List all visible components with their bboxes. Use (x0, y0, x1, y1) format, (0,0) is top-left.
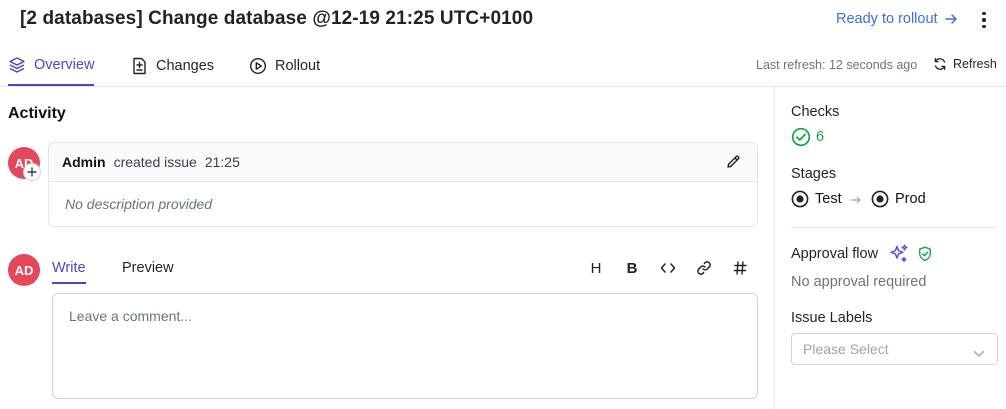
arrow-right-icon (944, 12, 958, 26)
tab-changes-label: Changes (156, 58, 215, 74)
ready-to-rollout-link[interactable]: Ready to rollout (836, 11, 958, 27)
tabs-divider (0, 86, 1006, 87)
tab-changes[interactable]: Changes (131, 46, 214, 86)
tab-rollout-label: Rollout (275, 58, 321, 74)
tab-overview[interactable]: Overview (8, 46, 94, 86)
tab-preview[interactable]: Preview (122, 260, 174, 276)
tab-rollout[interactable]: Rollout (249, 46, 320, 86)
stage-test[interactable]: Test (791, 190, 842, 208)
heading-button[interactable]: H (586, 258, 606, 278)
refresh-button[interactable]: Refresh (933, 57, 997, 71)
bold-button[interactable]: B (622, 258, 642, 278)
file-diff-icon (131, 57, 148, 75)
stage-prod[interactable]: Prod (871, 190, 926, 208)
chevron-down-icon (973, 345, 985, 361)
stage-prod-label: Prod (895, 191, 926, 207)
issue-labels-label: Issue Labels (791, 310, 873, 326)
link-icon[interactable] (694, 258, 714, 278)
activity-card: Admin created issue 21:25 No description… (48, 142, 758, 227)
refresh-label: Refresh (953, 57, 997, 71)
activity-action: created issue (113, 154, 197, 170)
approval-flow-label: Approval flow (791, 246, 879, 262)
tab-overview-label: Overview (34, 57, 95, 73)
sparkles-icon[interactable] (888, 243, 910, 265)
ready-to-rollout-label: Ready to rollout (836, 11, 938, 27)
avatar: AD (8, 254, 40, 286)
refresh-icon (933, 57, 947, 71)
activity-card-header: Admin created issue 21:25 (49, 143, 757, 182)
approval-status: No approval required (791, 274, 927, 290)
issue-labels-select[interactable]: Please Select (791, 333, 998, 365)
checks-label: Checks (791, 104, 840, 120)
issue-labels-placeholder: Please Select (803, 341, 889, 357)
sidebar-divider (774, 87, 775, 409)
stage-status-icon (791, 190, 809, 208)
checks-count: 6 (816, 129, 825, 145)
stages-label: Stages (791, 166, 837, 182)
sidebar-section-divider (791, 227, 996, 228)
stage-status-icon (871, 190, 889, 208)
arrow-right-icon (850, 193, 862, 211)
comment-input[interactable] (52, 293, 758, 399)
activity-heading: Activity (8, 105, 66, 122)
layers-icon (8, 56, 26, 74)
edit-icon[interactable] (725, 154, 741, 173)
activity-author[interactable]: Admin (62, 154, 106, 170)
activity-time: 21:25 (204, 154, 240, 170)
hashtag-icon[interactable] (730, 258, 750, 278)
stage-test-label: Test (815, 191, 842, 207)
plus-icon (23, 163, 41, 181)
code-icon[interactable] (658, 258, 678, 278)
activity-description: No description provided (65, 196, 213, 212)
last-refresh-text: Last refresh: 12 seconds ago (756, 58, 918, 72)
play-circle-icon (249, 57, 267, 75)
shield-check-icon (918, 246, 932, 262)
check-circle-icon (791, 127, 811, 147)
checks-status[interactable]: 6 (791, 127, 824, 147)
more-options-icon[interactable] (978, 10, 990, 30)
approval-icons (888, 243, 932, 265)
tab-write[interactable]: Write (52, 260, 86, 284)
issue-title: [2 databases] Change database @12-19 21:… (20, 8, 534, 29)
